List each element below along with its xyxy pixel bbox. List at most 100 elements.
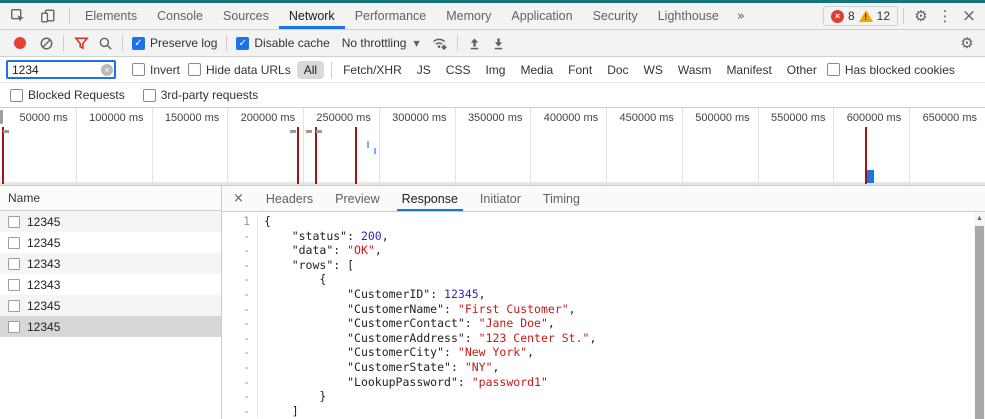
request-checkbox[interactable] [8,300,20,312]
scrollbar-thumb[interactable] [975,226,984,419]
token [264,360,347,374]
devtools-window: ElementsConsoleSourcesNetworkPerformance… [0,0,985,419]
more-tabs-icon[interactable]: » [729,3,753,29]
filter-type-all[interactable]: All [297,61,324,79]
detail-tab-response[interactable]: Response [391,186,469,211]
blocked-requests-checkbox[interactable]: Blocked Requests [10,88,125,102]
detail-tab-timing[interactable]: Timing [532,186,591,211]
request-checkbox[interactable] [8,216,20,228]
filter-type-doc[interactable]: Doc [607,63,628,77]
request-checkbox[interactable] [8,258,20,270]
hide-data-urls-checkbox[interactable]: Hide data URLs [188,63,291,77]
line-number: - [222,404,258,419]
clear-filter-icon[interactable]: × [101,64,113,76]
filter-type-css[interactable]: CSS [446,63,471,77]
filter-type-fetchxhr[interactable]: Fetch/XHR [343,63,402,77]
token: , [493,360,500,374]
token: : [465,331,479,345]
line-content: "CustomerName": "First Customer", [264,302,576,317]
filter-type-media[interactable]: Media [520,63,553,77]
request-row[interactable]: 12345 [0,295,221,316]
tab-console[interactable]: Console [147,3,213,29]
request-row[interactable]: 12345 [0,211,221,232]
filter-input[interactable] [6,60,116,79]
main-tabs: ElementsConsoleSourcesNetworkPerformance… [75,3,729,29]
scrollbar-up-icon[interactable]: ▲ [974,212,985,225]
timeline-request-mark [306,130,312,133]
checkbox-checked-icon: ✓ [236,37,249,50]
filter-funnel-icon[interactable] [69,32,93,54]
device-toolbar-icon[interactable] [36,5,60,27]
close-devtools-icon[interactable]: × [957,5,981,27]
code-line: - { [222,272,974,287]
network-conditions-icon[interactable] [428,32,452,54]
request-name: 12345 [27,236,60,250]
token: ] [264,404,299,418]
token [264,316,347,330]
request-checkbox[interactable] [8,321,20,333]
request-row[interactable]: 12343 [0,274,221,295]
request-details-pane: × HeadersPreviewResponseInitiatorTiming … [222,186,985,419]
scrollbar[interactable]: ▲ [974,212,985,419]
request-name: 12345 [27,299,60,313]
settings-gear-icon[interactable]: ⚙ [909,5,933,27]
timeline-tick-label: 400000 ms [526,112,602,124]
tab-network[interactable]: Network [279,3,345,29]
token: : [347,229,361,243]
token: : [444,302,458,316]
preserve-log-checkbox[interactable]: ✓ Preserve log [132,36,217,50]
filter-type-js[interactable]: JS [417,63,431,77]
detail-tab-headers[interactable]: Headers [255,186,324,211]
export-har-icon[interactable] [487,32,511,54]
clear-icon[interactable] [34,32,58,54]
code-line: - "CustomerAddress": "123 Center St.", [222,331,974,346]
filter-type-img[interactable]: Img [485,63,505,77]
issues-badge[interactable]: × 8 ! 12 [823,6,898,26]
third-party-requests-checkbox[interactable]: 3rd-party requests [143,88,258,102]
disable-cache-checkbox[interactable]: ✓ Disable cache [236,36,329,50]
menu-dots-icon[interactable]: ⋮ [933,5,957,27]
request-checkbox[interactable] [8,237,20,249]
token: 12345 [444,287,479,301]
tab-lighthouse[interactable]: Lighthouse [648,3,729,29]
tab-memory[interactable]: Memory [436,3,501,29]
tab-sources[interactable]: Sources [213,3,279,29]
network-overview-timeline[interactable]: 50000 ms100000 ms150000 ms200000 ms25000… [0,108,985,186]
hide-data-urls-label: Hide data URLs [206,63,291,77]
divider [122,35,123,51]
token: , [479,287,486,301]
checkbox-icon [10,89,23,102]
filter-type-wasm[interactable]: Wasm [678,63,712,77]
invert-checkbox[interactable]: Invert [132,63,180,77]
tab-performance[interactable]: Performance [345,3,437,29]
has-blocked-cookies-checkbox[interactable]: Has blocked cookies [827,63,955,77]
request-checkbox[interactable] [8,279,20,291]
detail-tab-initiator[interactable]: Initiator [469,186,532,211]
line-number: - [222,331,258,346]
timeline-request-mark [290,130,296,133]
network-settings-gear-icon[interactable]: ⚙ [955,32,979,54]
close-details-icon[interactable]: × [222,186,255,211]
request-row[interactable]: 12345 [0,232,221,253]
import-har-icon[interactable] [463,32,487,54]
filter-type-ws[interactable]: WS [644,63,663,77]
request-row[interactable]: 12345 [0,316,221,337]
timeline-tick-label: 650000 ms [905,112,981,124]
token [264,243,292,257]
throttling-select[interactable]: No throttling ▼ [342,36,420,50]
tab-security[interactable]: Security [583,3,648,29]
tab-application[interactable]: Application [501,3,582,29]
filter-type-manifest[interactable]: Manifest [726,63,771,77]
record-icon[interactable] [14,37,26,49]
token [264,229,292,243]
code-line: - "status": 200, [222,229,974,244]
filter-type-font[interactable]: Font [568,63,592,77]
name-column-header[interactable]: Name [0,186,221,211]
request-name: 12343 [27,278,60,292]
tab-elements[interactable]: Elements [75,3,147,29]
search-icon[interactable] [93,32,117,54]
request-row[interactable]: 12343 [0,253,221,274]
inspect-element-icon[interactable] [6,5,30,27]
filter-type-other[interactable]: Other [787,63,817,77]
detail-tab-preview[interactable]: Preview [324,186,390,211]
